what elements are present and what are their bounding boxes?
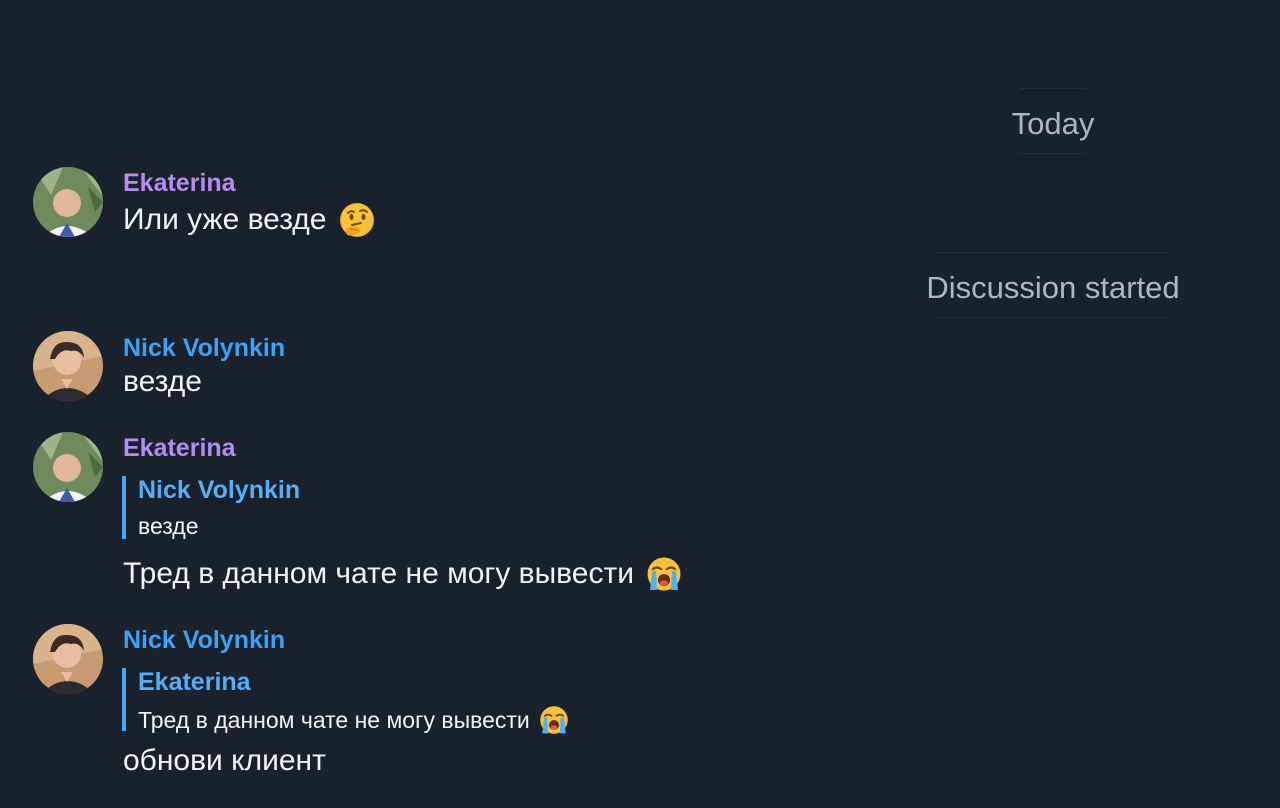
loudly-crying-face-icon (539, 705, 569, 735)
chat-history: Today Ekaterina Или уже везде Discussion… (0, 0, 1280, 808)
date-separator-label: Today (1011, 106, 1095, 141)
message-sender[interactable]: Ekaterina (123, 434, 236, 463)
date-separator: Today (1011, 88, 1095, 154)
discussion-separator-label: Discussion started (926, 270, 1180, 305)
avatar-nick-volynkin[interactable] (33, 331, 103, 401)
message-text: везде (123, 365, 202, 399)
separator-rule (934, 317, 1172, 318)
message-sender[interactable]: Nick Volynkin (123, 334, 285, 363)
separator-rule (1019, 153, 1087, 154)
message-sender[interactable]: Ekaterina (123, 169, 236, 198)
message-text: Тред в данном чате не могу вывести (123, 556, 682, 592)
reply-quote[interactable]: Nick Volynkin везде (122, 476, 300, 539)
reply-sender: Ekaterina (138, 668, 251, 696)
thinking-face-icon (339, 202, 375, 238)
message-text-content: Тред в данном чате не могу вывести (123, 557, 634, 590)
reply-text: Тред в данном чате не могу вывести (138, 705, 569, 735)
avatar-nick-volynkin[interactable] (33, 624, 103, 694)
reply-text: везде (138, 513, 300, 540)
message-sender[interactable]: Nick Volynkin (123, 626, 285, 655)
message-text-content: обнови клиент (123, 744, 326, 777)
reply-text-content: везде (138, 513, 199, 539)
separator-rule (934, 252, 1172, 253)
message-text: обнови клиент (123, 744, 326, 778)
message-text-content: Или уже везде (123, 203, 327, 236)
reply-sender: Nick Volynkin (138, 476, 301, 504)
avatar-ekaterina[interactable] (33, 167, 103, 237)
reply-text-content: Тред в данном чате не могу вывести (138, 706, 530, 733)
separator-rule (1019, 88, 1087, 89)
loudly-crying-face-icon (646, 556, 682, 592)
message-text-content: везде (123, 365, 202, 398)
avatar-ekaterina[interactable] (33, 432, 103, 502)
reply-quote[interactable]: Ekaterina Тред в данном чате не могу выв… (122, 668, 569, 734)
discussion-separator: Discussion started (926, 252, 1180, 318)
message-text: Или уже везде (123, 202, 375, 238)
